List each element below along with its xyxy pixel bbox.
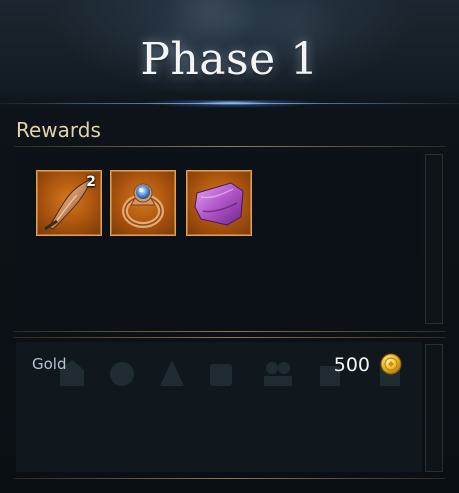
section-divider bbox=[14, 337, 445, 338]
gold-scrollbar[interactable] bbox=[425, 344, 443, 472]
rewards-label: Rewards bbox=[16, 118, 101, 142]
gold-label: Gold bbox=[32, 355, 67, 373]
rewards-scrollbar[interactable] bbox=[425, 154, 443, 324]
reward-slot-horn[interactable]: 2 bbox=[36, 170, 102, 236]
gold-coin-icon bbox=[380, 353, 402, 375]
ring-icon bbox=[122, 183, 164, 228]
rewards-top-divider bbox=[14, 146, 445, 147]
title-glow bbox=[0, 100, 459, 108]
rewards-window: Phase 1 Rewards 2 Gold 500 bbox=[0, 0, 459, 493]
section-divider bbox=[14, 331, 445, 332]
bottom-divider bbox=[14, 478, 445, 479]
reward-slot-cloth[interactable] bbox=[186, 170, 252, 236]
reward-slot-ring[interactable] bbox=[110, 170, 176, 236]
cloth-icon bbox=[194, 182, 244, 226]
reward-quantity: 2 bbox=[86, 174, 96, 190]
gold-value: 500 bbox=[333, 354, 370, 376]
phase-title: Phase 1 bbox=[140, 34, 319, 85]
title-divider bbox=[0, 103, 459, 104]
